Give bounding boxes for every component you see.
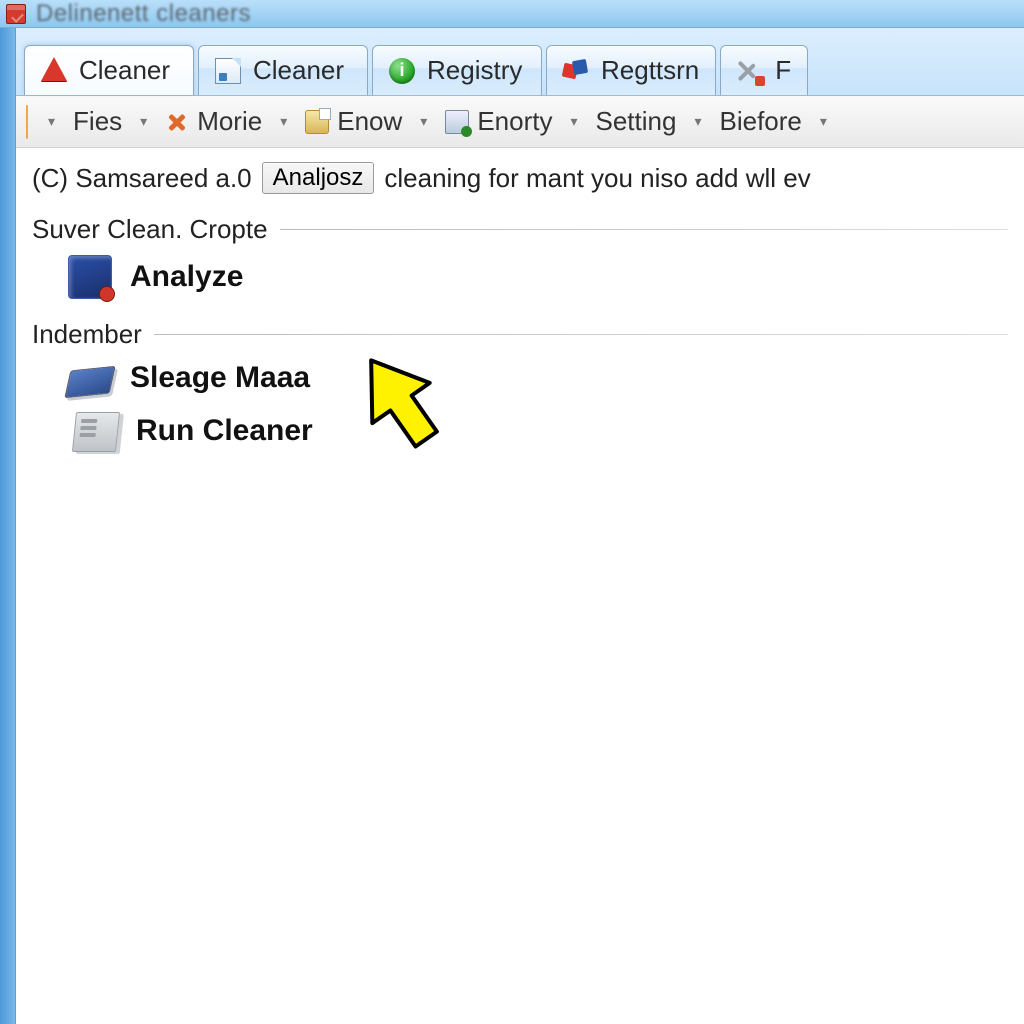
document-icon [215,58,241,84]
toolbar-label: Morie [197,106,262,137]
monitor-check-icon [445,110,469,134]
dropdown-caret-icon[interactable]: ▾ [570,113,577,130]
status-suffix: cleaning for mant you niso add wll ev [384,163,810,194]
tab-label: F [775,55,791,86]
divider [280,229,1008,230]
dropdown-caret-icon[interactable]: ▾ [140,113,147,130]
tab-regttsrn[interactable]: Regttsrn [546,45,716,95]
tower-pc-icon [72,412,120,452]
package-icon [305,110,329,134]
entry-label: Analyze [130,260,243,294]
window-frame: Cleaner Cleaner i Registry Regttsrn F ▾ [0,28,1024,1024]
entry-label: Sleage Maaa [130,361,310,395]
tab-label: Regttsrn [601,55,699,86]
status-line: (C) Samsareed a.0 Analjosz cleaning for … [32,162,1008,194]
window-title: Delinenett cleaners [36,0,251,28]
status-prefix: (C) Samsareed a.0 [32,163,252,194]
drive-icon [64,366,115,398]
entry-label: Run Cleaner [136,414,313,448]
toolbar-setting[interactable]: Setting [588,102,685,141]
group-header-indember: Indember [32,319,1008,350]
entry-run-cleaner[interactable]: Run Cleaner [68,410,1008,452]
toolbar-enow[interactable]: Enow [297,102,410,141]
toolbar-fies[interactable]: Fies [65,102,130,141]
computer-icon [68,255,112,299]
entry-sleage[interactable]: Sleage Maaa [68,360,1008,396]
toolbar-biefore[interactable]: Biefore [711,102,809,141]
tab-label: Cleaner [253,55,344,86]
app-icon [6,4,26,24]
delete-x-icon [165,110,189,134]
window-left-border [0,28,16,1024]
toolbar-label: Setting [596,106,677,137]
toolbar-separator [26,105,28,139]
tab-cleaner-2[interactable]: Cleaner [198,45,368,95]
tab-label: Cleaner [79,55,170,86]
tools-icon [737,58,763,84]
info-green-icon: i [389,58,415,84]
toolbar-label: Enorty [477,106,552,137]
dropdown-caret-icon[interactable]: ▾ [694,113,701,130]
dropdown-caret-icon[interactable]: ▾ [280,113,287,130]
warning-icon [41,57,67,81]
toolbar-label: Fies [73,106,122,137]
toolbar-enorty[interactable]: Enorty [437,102,560,141]
dropdown-caret-icon[interactable]: ▾ [820,113,827,130]
tab-label: Registry [427,55,522,86]
puzzle-icon [563,58,589,84]
toolbar-label: Biefore [719,106,801,137]
divider [154,334,1008,335]
group-title: Indember [32,319,142,350]
tab-registry[interactable]: i Registry [372,45,542,95]
group-title: Suver Clean. Cropte [32,214,268,245]
toolbar: ▾ Fies ▾ Morie ▾ Enow ▾ Enorty ▾ Setting [16,96,1024,148]
entry-analyze[interactable]: Analyze [68,255,1008,299]
tab-cleaner-1[interactable]: Cleaner [24,45,194,95]
toolbar-label: Enow [337,106,402,137]
tab-strip: Cleaner Cleaner i Registry Regttsrn F [16,28,1024,96]
tab-tools[interactable]: F [720,45,808,95]
title-bar: Delinenett cleaners [0,0,1024,28]
group-header-suver-clean: Suver Clean. Cropte [32,214,1008,245]
toolbar-morie[interactable]: Morie [157,102,270,141]
analyze-button[interactable]: Analjosz [262,162,375,194]
dropdown-caret-icon[interactable]: ▾ [420,113,427,130]
client-area: Cleaner Cleaner i Registry Regttsrn F ▾ [16,28,1024,1024]
content-area: (C) Samsareed a.0 Analjosz cleaning for … [16,148,1024,1024]
dropdown-caret-icon[interactable]: ▾ [48,113,55,130]
